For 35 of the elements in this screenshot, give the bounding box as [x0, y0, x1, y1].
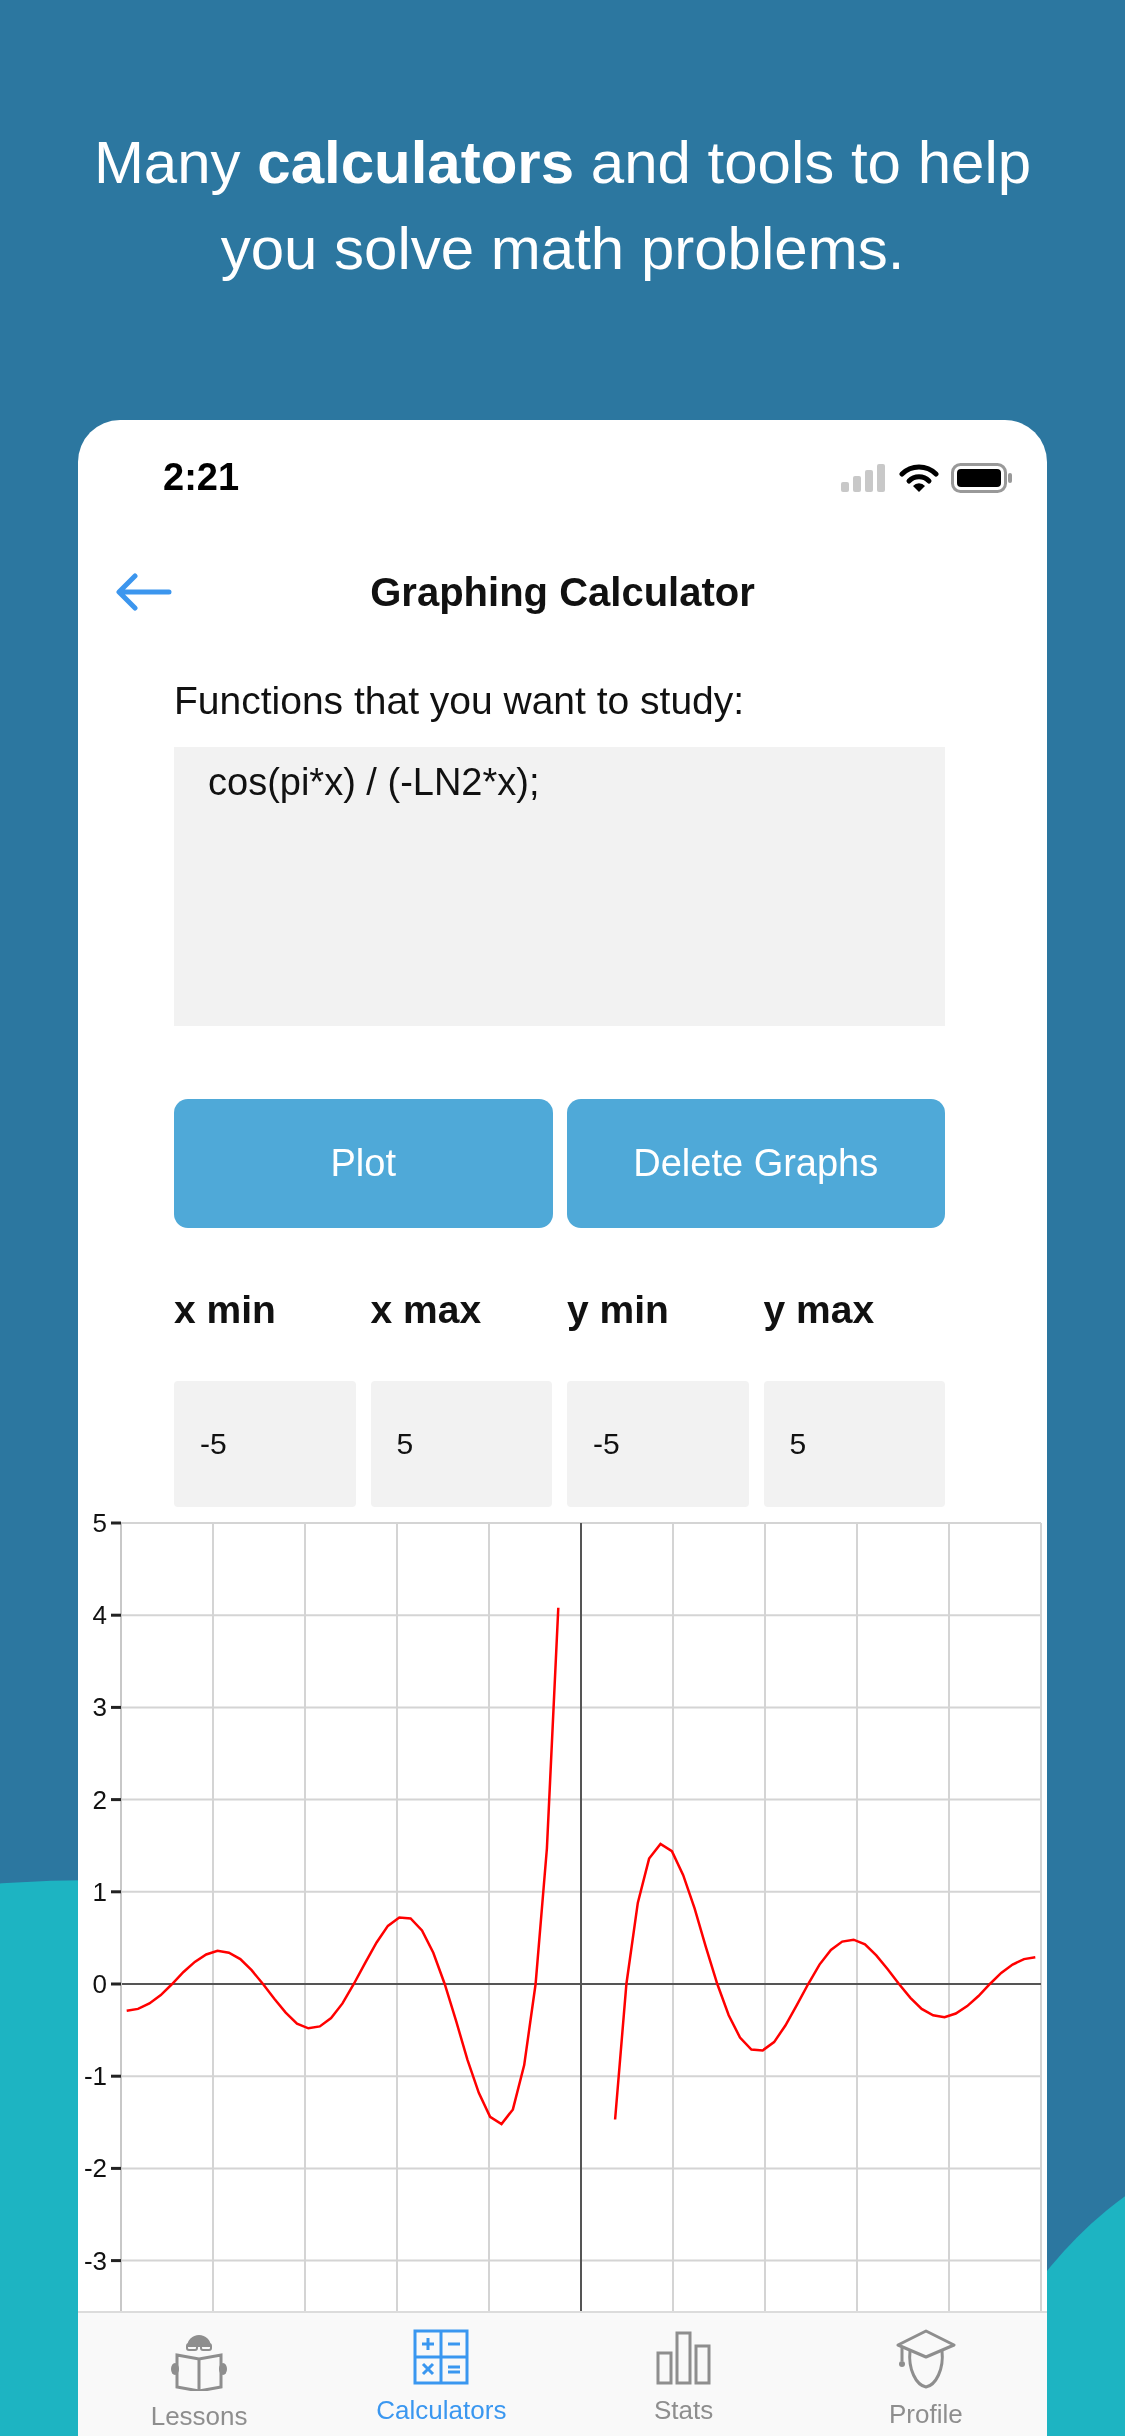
- action-button[interactable]: Delete Graphs: [566, 1099, 945, 1228]
- tick-label: 0: [92, 1969, 107, 1999]
- back-arrow-icon[interactable]: [116, 573, 172, 611]
- tick-label: -1: [83, 2061, 107, 2092]
- input-field[interactable]: 5: [370, 1381, 552, 1507]
- tick-label: 2: [92, 1784, 107, 1815]
- tick-label: -2: [83, 2153, 107, 2184]
- field-label: y max: [763, 1287, 876, 1333]
- tick-label: 4: [92, 1600, 107, 1631]
- tick-label: 3: [92, 1692, 107, 1723]
- input-field[interactable]: 5: [763, 1381, 945, 1507]
- input-field[interactable]: -5: [567, 1381, 749, 1507]
- input-field[interactable]: -5: [174, 1381, 356, 1507]
- tab[interactable]: Lessons: [78, 2313, 321, 2436]
- tab[interactable]: Stats: [562, 2313, 805, 2436]
- field-label: y min: [567, 1287, 670, 1333]
- tick-label: 1: [92, 1876, 107, 1907]
- screen-title: Graphing Calculator: [370, 570, 755, 615]
- signal-icon: [841, 463, 887, 492]
- field-label: Functions that you want to study:: [174, 678, 746, 724]
- tick-label: -3: [83, 2245, 107, 2276]
- graduate-icon: [895, 2329, 956, 2389]
- field-label: x max: [370, 1287, 483, 1333]
- field-label: x min: [174, 1287, 277, 1333]
- tab[interactable]: Calculators: [320, 2313, 563, 2436]
- battery-icon: [951, 462, 1013, 493]
- tick-label: 5: [92, 1508, 107, 1538]
- action-button[interactable]: Plot: [174, 1099, 553, 1228]
- headline: Many calculators and tools to help you solve math problems.: [92, 128, 1033, 284]
- tab[interactable]: Profile: [804, 2313, 1047, 2436]
- wifi-icon: [899, 462, 939, 493]
- bar-chart-icon: [655, 2329, 712, 2385]
- calculator-icon: [413, 2329, 470, 2385]
- status-time: 2:21: [163, 456, 240, 499]
- function-input[interactable]: cos(pi*x) / (-LN2*x);: [174, 747, 945, 1026]
